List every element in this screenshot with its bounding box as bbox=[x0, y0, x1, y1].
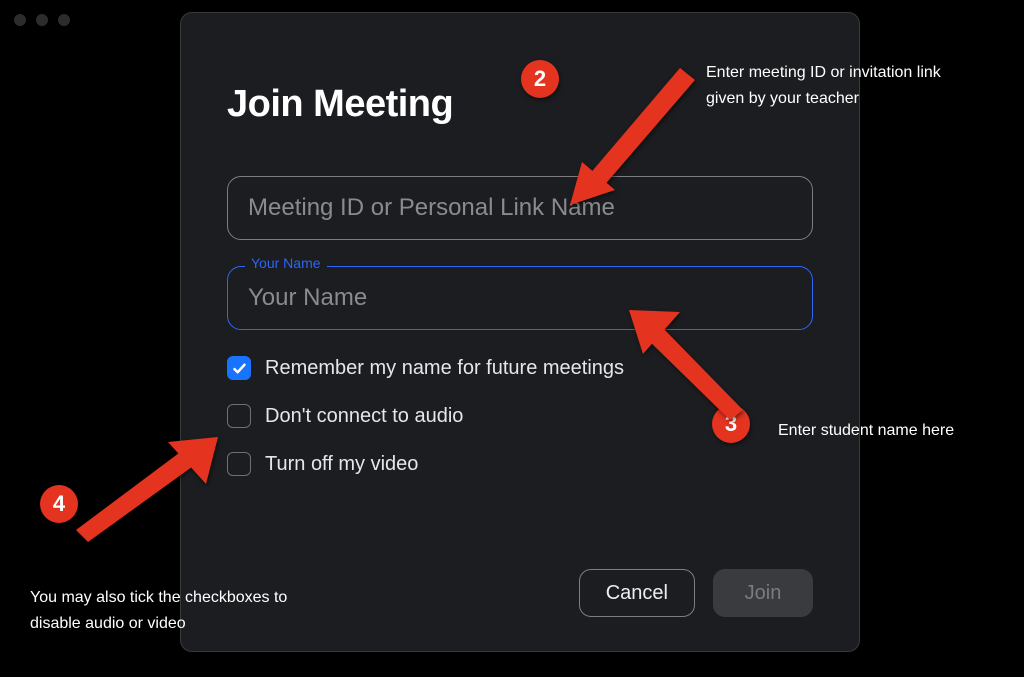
checkbox-no-video[interactable] bbox=[227, 452, 251, 476]
meeting-id-input[interactable] bbox=[227, 176, 813, 240]
checkbox-no-audio[interactable] bbox=[227, 404, 251, 428]
annotation-arrow-2 bbox=[560, 60, 700, 210]
cancel-button[interactable]: Cancel bbox=[579, 569, 695, 617]
window-traffic-lights bbox=[14, 14, 70, 26]
annotation-caption-4: You may also tick the checkboxes to disa… bbox=[30, 585, 330, 636]
name-field-label: Your Name bbox=[245, 255, 327, 271]
annotation-arrow-4 bbox=[68, 432, 228, 552]
annotation-caption-2: Enter meeting ID or invitation link give… bbox=[706, 60, 956, 111]
option-no-video[interactable]: Turn off my video bbox=[227, 452, 813, 476]
annotation-badge-2: 2 bbox=[521, 60, 559, 98]
annotation-arrow-3 bbox=[625, 302, 755, 422]
meeting-id-field bbox=[227, 176, 813, 240]
option-no-audio-label: Don't connect to audio bbox=[265, 405, 463, 428]
join-button[interactable]: Join bbox=[713, 569, 813, 617]
annotation-caption-3: Enter student name here bbox=[778, 418, 1008, 444]
option-no-video-label: Turn off my video bbox=[265, 453, 418, 476]
option-remember-label: Remember my name for future meetings bbox=[265, 357, 624, 380]
button-row: Cancel Join bbox=[579, 569, 813, 617]
check-icon bbox=[232, 361, 247, 376]
checkbox-remember[interactable] bbox=[227, 356, 251, 380]
